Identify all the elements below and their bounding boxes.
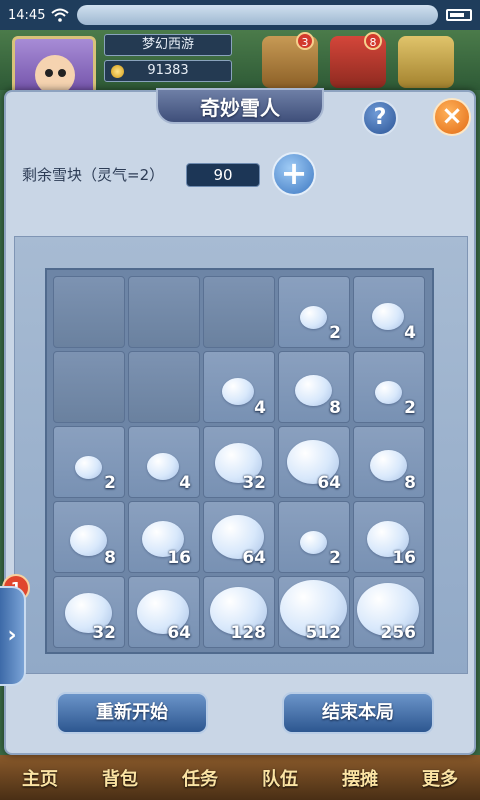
avatar-face <box>35 55 75 95</box>
snowball-value: 32 <box>242 473 266 493</box>
gold-counter: 91383 <box>104 60 232 82</box>
grid-cell[interactable]: 32 <box>53 576 125 648</box>
snowball-icon <box>372 303 404 330</box>
tab-stall[interactable]: 摆摊 <box>342 765 378 791</box>
grid-cell[interactable]: 128 <box>203 576 275 648</box>
battery-icon <box>446 9 472 21</box>
grid-cell[interactable]: 2 <box>278 501 350 573</box>
notification-badge: 3 <box>296 32 314 50</box>
dialog-title: 奇妙雪人 <box>200 95 280 120</box>
grid-cell[interactable]: 16 <box>128 501 200 573</box>
snowball-icon <box>295 375 332 406</box>
end-round-button[interactable]: 结束本局 <box>282 692 434 734</box>
grid-cell[interactable] <box>53 276 125 348</box>
snowball-value: 4 <box>179 473 191 493</box>
snowball-value: 16 <box>167 548 191 568</box>
remaining-blocks-label: 剩余雪块（灵气=2） <box>22 166 165 184</box>
tab-more[interactable]: 更多 <box>422 765 458 791</box>
grid-cell[interactable]: 512 <box>278 576 350 648</box>
grid-cell[interactable]: 32 <box>203 426 275 498</box>
tab-team[interactable]: 队伍 <box>262 765 298 791</box>
player-name: 梦幻西游 <box>104 34 232 56</box>
avatar-eye <box>45 69 53 77</box>
grid-cell[interactable]: 16 <box>353 501 425 573</box>
help-button[interactable]: ? <box>362 100 398 136</box>
remaining-blocks-value: 90 <box>186 163 260 187</box>
avatar-eye <box>58 69 66 77</box>
snowball-icon <box>300 531 327 554</box>
tab-quest[interactable]: 任务 <box>182 765 218 791</box>
grid-cell[interactable]: 64 <box>203 501 275 573</box>
bottom-tab-bar: 主页 背包 任务 队伍 摆摊 更多 <box>0 755 480 800</box>
snowball-value: 2 <box>404 398 416 418</box>
grid-cell[interactable] <box>53 351 125 423</box>
snowball-icon <box>70 525 107 556</box>
notification-bar <box>77 5 438 25</box>
restart-button[interactable]: 重新开始 <box>56 692 208 734</box>
notification-badge: 8 <box>364 32 382 50</box>
dialog-title-banner: 奇妙雪人 <box>156 88 324 124</box>
snowball-value: 256 <box>380 623 417 643</box>
grid-cell[interactable]: 2 <box>53 426 125 498</box>
coin-icon <box>111 65 124 78</box>
snowball-value: 64 <box>167 623 191 643</box>
grid-cell[interactable]: 64 <box>128 576 200 648</box>
status-time: 14:45 <box>8 7 46 23</box>
snowball-icon <box>147 453 179 480</box>
side-expand-tab[interactable]: › <box>0 586 26 686</box>
tab-home[interactable]: 主页 <box>22 765 58 791</box>
snowball-value: 64 <box>317 473 341 493</box>
grid-cell[interactable] <box>128 351 200 423</box>
snowball-value: 64 <box>242 548 266 568</box>
wifi-icon <box>51 8 70 22</box>
snowball-value: 32 <box>92 623 116 643</box>
snowball-icon <box>222 378 254 405</box>
snowball-value: 4 <box>254 398 266 418</box>
event-icon-button[interactable] <box>398 36 454 88</box>
close-button[interactable]: × <box>433 98 471 136</box>
snowball-value: 2 <box>104 473 116 493</box>
grid-cell[interactable]: 4 <box>203 351 275 423</box>
grid-cell[interactable]: 4 <box>128 426 200 498</box>
grid-cell[interactable]: 2 <box>278 276 350 348</box>
snowball-value: 8 <box>404 473 416 493</box>
grid-cell[interactable]: 256 <box>353 576 425 648</box>
snowball-value: 8 <box>329 398 341 418</box>
add-blocks-button[interactable]: + <box>272 152 316 196</box>
grid-cell[interactable]: 8 <box>353 426 425 498</box>
snowball-value: 8 <box>104 548 116 568</box>
grid-cell[interactable]: 8 <box>278 351 350 423</box>
snowball-icon <box>300 306 327 329</box>
snowball-value: 2 <box>329 548 341 568</box>
snowball-value: 4 <box>404 323 416 343</box>
snowball-value: 2 <box>329 323 341 343</box>
grid-cell[interactable] <box>203 276 275 348</box>
snowball-icon <box>75 456 102 479</box>
snowball-icon <box>370 450 407 481</box>
status-bar: 14:45 <box>0 0 480 30</box>
treasure-chest-button[interactable]: 8 <box>330 32 386 88</box>
snowball-icon <box>375 381 402 404</box>
grid-cell[interactable]: 64 <box>278 426 350 498</box>
snowball-value: 16 <box>392 548 416 568</box>
gold-value: 91383 <box>147 63 189 78</box>
snowball-grid: 2 4 4 8 2 2 4 32 64 8 8 16 64 2 16 32 64 128 512 256 <box>45 268 434 654</box>
scroll-icon-button[interactable]: 3 <box>262 32 318 88</box>
snowball-value: 128 <box>230 623 267 643</box>
grid-cell[interactable]: 2 <box>353 351 425 423</box>
grid-cell[interactable]: 8 <box>53 501 125 573</box>
snowball-value: 512 <box>305 623 342 643</box>
grid-cell[interactable] <box>128 276 200 348</box>
grid-cell[interactable]: 4 <box>353 276 425 348</box>
tab-bag[interactable]: 背包 <box>102 765 138 791</box>
